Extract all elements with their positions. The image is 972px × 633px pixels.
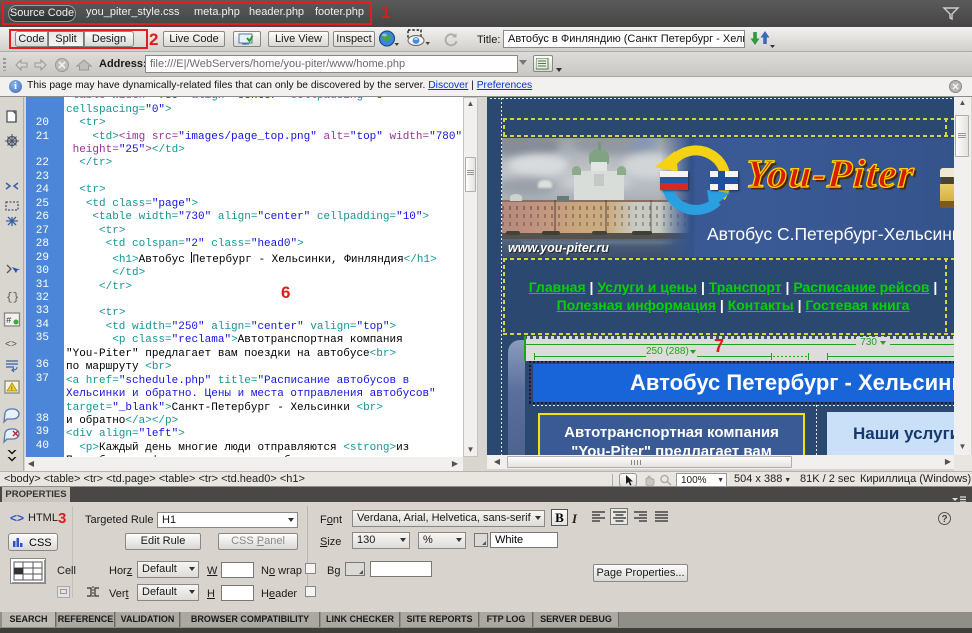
svg-text:#: # bbox=[6, 316, 12, 326]
svg-text:{}: {} bbox=[6, 292, 19, 304]
svg-text:<>: <> bbox=[5, 340, 17, 351]
